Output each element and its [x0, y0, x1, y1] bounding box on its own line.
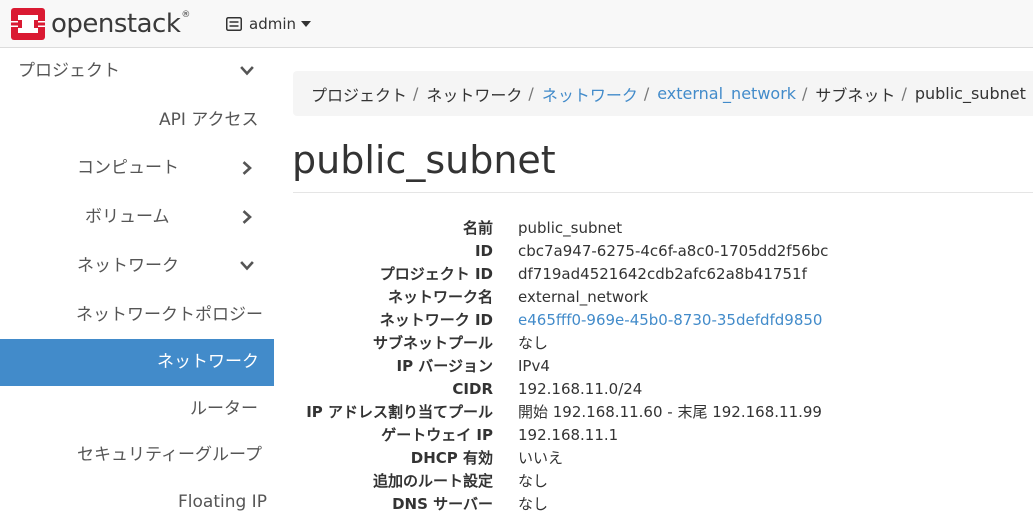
detail-row-id: ID cbc7a947-6275-4c6f-a8c0-1705dd2f56bc [293, 239, 1033, 262]
breadcrumb-separator: / [413, 84, 419, 103]
sidebar-item-label: ルーター [190, 399, 258, 419]
breadcrumb: プロジェクト / ネットワーク / ネットワーク / external_netw… [293, 71, 1033, 116]
detail-value: IPv4 [518, 356, 550, 375]
server-icon [226, 17, 242, 31]
breadcrumb-separator: / [901, 84, 907, 103]
detail-row-subnet-pool: サブネットプール なし [293, 331, 1033, 354]
detail-label: CIDR [452, 379, 493, 398]
openstack-logo-icon [11, 8, 45, 40]
sidebar-item-networks[interactable]: ネットワーク [0, 339, 274, 386]
subnet-detail-list: 名前 public_subnet ID cbc7a947-6275-4c6f-a… [293, 216, 1033, 515]
detail-label: ID [474, 241, 493, 260]
breadcrumb-project: プロジェクト [311, 85, 408, 105]
detail-row-dhcp-enabled: DHCP 有効 いいえ [293, 446, 1033, 469]
detail-value: external_network [518, 287, 649, 306]
sidebar-item-compute[interactable]: コンピュート [0, 145, 274, 192]
detail-label: プロジェクト ID [379, 265, 493, 283]
breadcrumb-separator: / [643, 84, 650, 103]
detail-label: IP アドレス割り当てプール [306, 403, 493, 421]
detail-value: なし [518, 472, 549, 490]
detail-label: DNS サーバー [392, 495, 493, 513]
sidebar-nav: プロジェクト API アクセス コンピュート ボリューム ネットワーク ネットワ… [0, 48, 274, 526]
sidebar-item-label: ネットワーク [77, 256, 179, 276]
chevron-down-icon [240, 66, 254, 76]
sidebar-item-label: ボリューム [85, 207, 170, 227]
sidebar-item-label: ネットワーク [157, 352, 259, 372]
detail-label: 追加のルート設定 [372, 472, 493, 490]
breadcrumb-network-group: ネットワーク [426, 85, 523, 105]
sidebar-item-label: ネットワークトポロジー [76, 305, 263, 325]
chevron-down-icon [240, 261, 254, 271]
network-id-link[interactable]: e465fff0-969e-45b0-8730-35defdfd9850 [518, 311, 822, 329]
detail-label: 名前 [462, 219, 493, 237]
detail-row-project-id: プロジェクト ID df719ad4521642cdb2afc62a8b4175… [293, 262, 1033, 285]
breadcrumb-separator: / [802, 84, 808, 103]
page-title: public_subnet [292, 138, 556, 182]
detail-value: 192.168.11.0/24 [518, 379, 643, 398]
project-switcher-dropdown[interactable]: admin [226, 12, 311, 36]
detail-row-network-id: ネットワーク ID e465fff0-969e-45b0-8730-35defd… [293, 308, 1033, 331]
detail-value: public_subnet [518, 218, 623, 237]
sidebar-item-project[interactable]: プロジェクト [0, 48, 274, 95]
sidebar-item-floating-ip[interactable]: Floating IP [0, 479, 274, 526]
sidebar-item-network-topology[interactable]: ネットワークトポロジー [0, 292, 274, 339]
chevron-right-icon [242, 210, 252, 224]
detail-row-gateway-ip: ゲートウェイ IP 192.168.11.1 [293, 423, 1033, 446]
detail-row-allocation-pools: IP アドレス割り当てプール 開始 192.168.11.60 - 末尾 192… [293, 400, 1033, 423]
detail-value: cbc7a947-6275-4c6f-a8c0-1705dd2f56bc [518, 241, 829, 260]
caret-down-icon [301, 21, 311, 27]
chevron-right-icon [242, 161, 252, 175]
current-project-name: admin [249, 15, 296, 33]
breadcrumb-network-detail-link[interactable]: external_network [657, 84, 796, 103]
breadcrumb-separator: / [528, 84, 534, 103]
detail-value: なし [518, 495, 549, 513]
detail-row-dns-servers: DNS サーバー なし [293, 492, 1033, 515]
title-divider [293, 192, 1033, 193]
detail-label: ネットワーク ID [379, 311, 493, 329]
breadcrumb-subnets: サブネット [815, 85, 896, 105]
detail-label: IP バージョン [396, 357, 494, 375]
detail-row-cidr: CIDR 192.168.11.0/24 [293, 377, 1033, 400]
brand-logo-link[interactable]: openstack® [11, 6, 190, 42]
sidebar-item-security-groups[interactable]: セキュリティーグループ [0, 432, 274, 479]
detail-label: サブネットプール [372, 334, 493, 352]
breadcrumb-current-subnet: public_subnet [914, 84, 1026, 103]
sidebar-item-label: コンピュート [77, 158, 179, 178]
detail-row-ip-version: IP バージョン IPv4 [293, 354, 1033, 377]
detail-label: ゲートウェイ IP [381, 426, 493, 444]
sidebar-item-label: プロジェクト [18, 61, 120, 81]
breadcrumb-networks-link[interactable]: ネットワーク [542, 82, 638, 106]
sidebar-item-label: セキュリティーグループ [77, 445, 262, 465]
detail-value: いいえ [518, 449, 564, 467]
sidebar-item-network-group[interactable]: ネットワーク [0, 243, 274, 290]
detail-value: df719ad4521642cdb2afc62a8b41751f [518, 264, 807, 283]
sidebar-item-volumes[interactable]: ボリューム [0, 194, 274, 241]
detail-row-host-routes: 追加のルート設定 なし [293, 469, 1033, 492]
detail-value: なし [518, 334, 549, 352]
detail-value: 開始 192.168.11.60 - 末尾 192.168.11.99 [518, 403, 822, 421]
sidebar-item-routers[interactable]: ルーター [0, 386, 274, 433]
detail-value: 192.168.11.1 [518, 425, 619, 444]
detail-label: ネットワーク名 [387, 288, 493, 306]
detail-row-network-name: ネットワーク名 external_network [293, 285, 1033, 308]
sidebar-item-label: Floating IP [178, 492, 267, 512]
top-navbar: openstack® admin [0, 0, 1033, 48]
sidebar-item-label: API アクセス [159, 110, 259, 130]
sidebar-item-api-access[interactable]: API アクセス [0, 97, 274, 144]
detail-label: DHCP 有効 [410, 449, 493, 467]
brand-name: openstack® [51, 9, 190, 39]
detail-row-name: 名前 public_subnet [293, 216, 1033, 239]
